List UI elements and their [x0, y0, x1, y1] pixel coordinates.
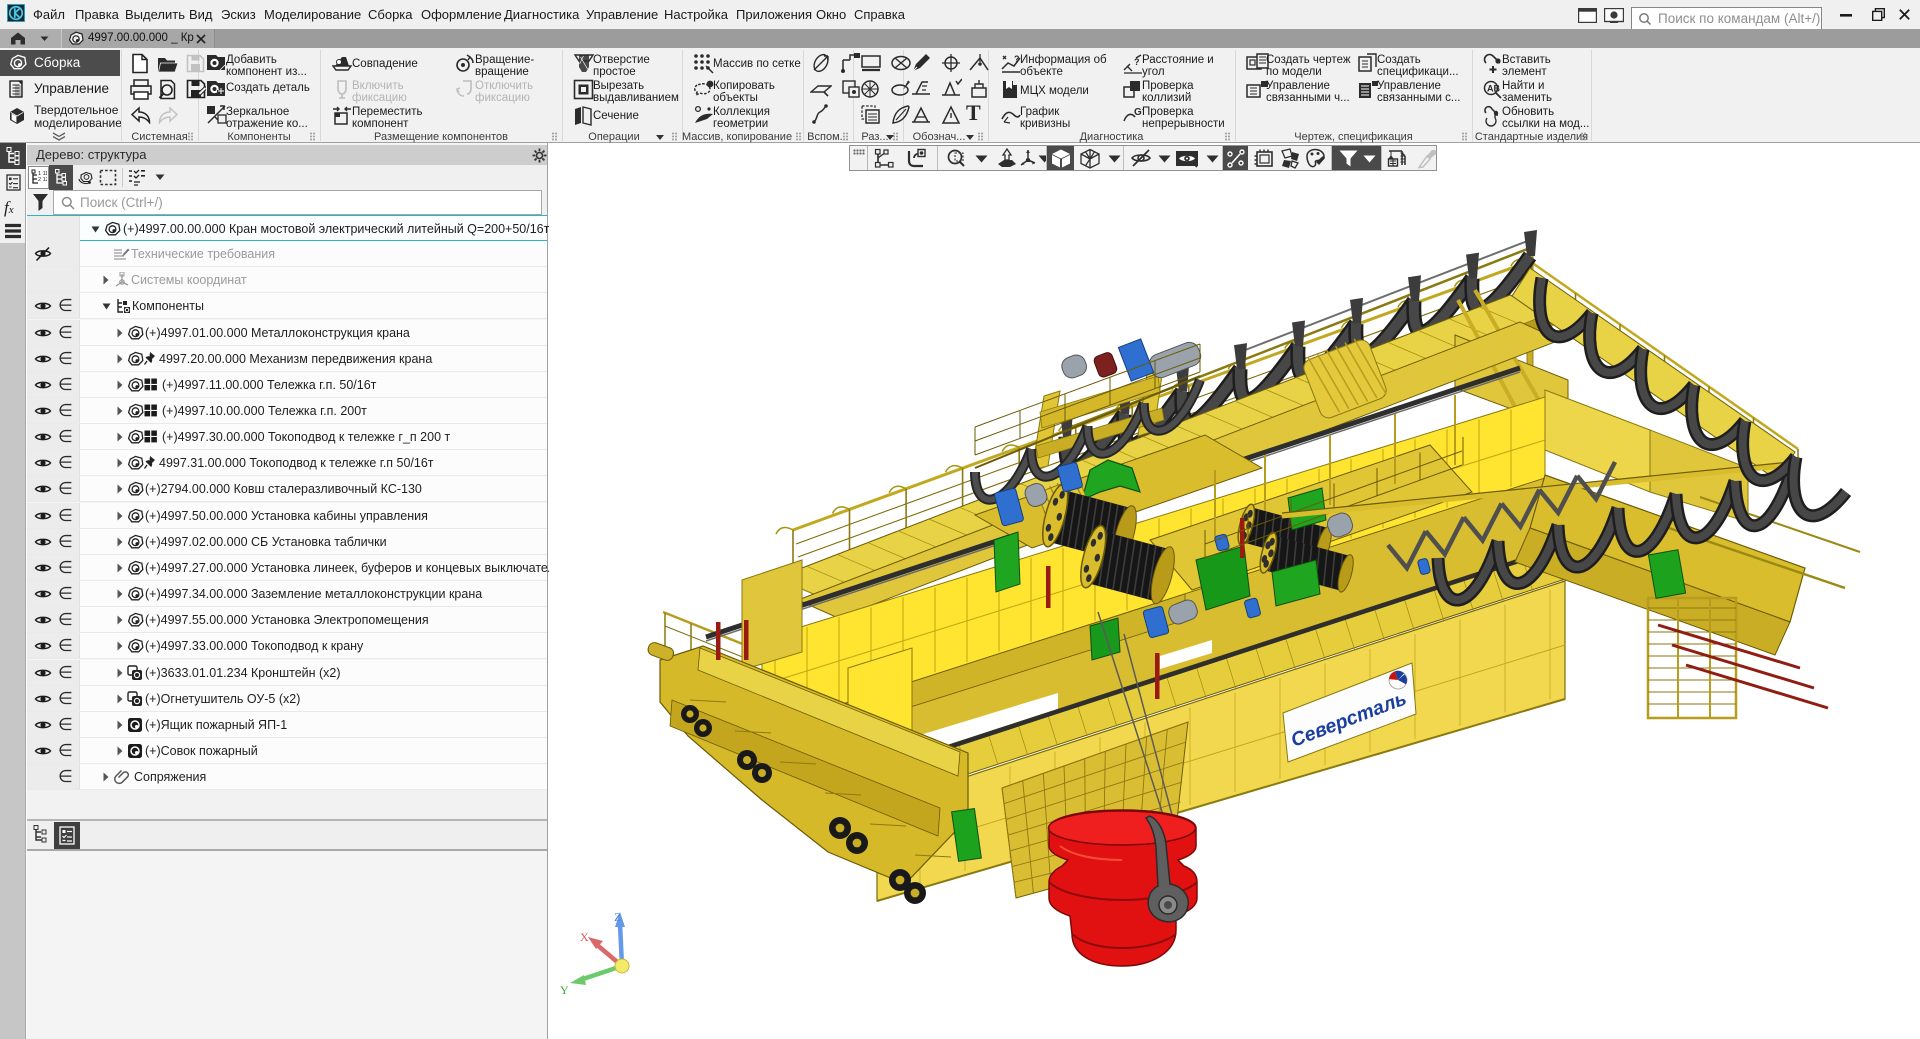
- svg-text:Y: Y: [560, 983, 569, 997]
- svg-text:X: X: [580, 930, 589, 944]
- svg-text:AB: AB: [1487, 84, 1500, 94]
- svg-text:?: ?: [1014, 54, 1020, 64]
- svg-text:2 12: 2 12: [38, 177, 47, 183]
- svg-text:Z: Z: [614, 910, 621, 924]
- svg-text:?: ?: [1134, 57, 1140, 67]
